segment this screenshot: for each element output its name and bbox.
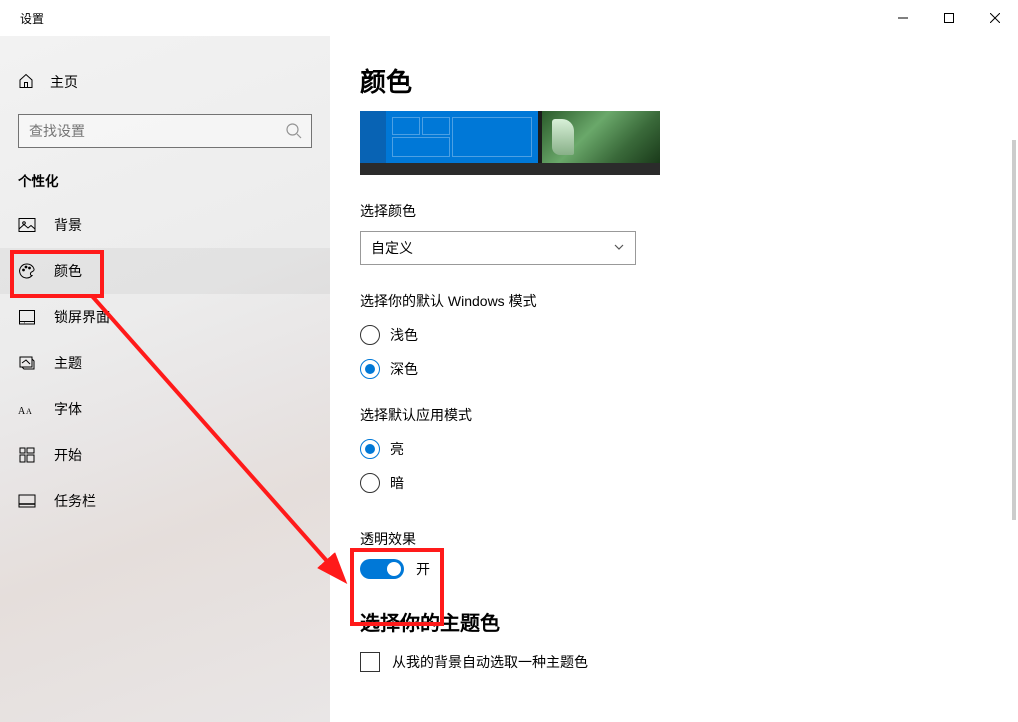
scrollbar[interactable] (1012, 140, 1016, 520)
color-preview (360, 111, 660, 175)
maximize-button[interactable] (926, 2, 972, 34)
windows-mode-label: 选择你的默认 Windows 模式 (360, 291, 1018, 311)
color-mode-dropdown[interactable]: 自定义 (360, 231, 636, 265)
transparency-toggle[interactable] (360, 559, 404, 579)
radio-label: 浅色 (390, 325, 418, 345)
sidebar-item-label: 主题 (54, 353, 82, 373)
windows-mode-dark-radio[interactable]: 深色 (360, 359, 1018, 379)
choose-color-label: 选择颜色 (360, 201, 1018, 221)
search-box[interactable] (18, 114, 312, 148)
app-mode-light-radio[interactable]: 亮 (360, 439, 1018, 459)
sidebar-item-themes[interactable]: 主题 (0, 340, 330, 386)
transparency-label: 透明效果 (360, 529, 1018, 549)
sidebar: 主页 个性化 背景 (0, 36, 330, 722)
sidebar-nav: 背景 颜色 锁屏界面 (0, 202, 330, 524)
search-icon (285, 122, 303, 140)
sidebar-item-start[interactable]: 开始 (0, 432, 330, 478)
minimize-button[interactable] (880, 2, 926, 34)
sidebar-item-label: 开始 (54, 445, 82, 465)
sidebar-item-lockscreen[interactable]: 锁屏界面 (0, 294, 330, 340)
themes-icon (18, 354, 36, 372)
content-area: 颜色 选择颜色 自定义 选择你的默认 Windows 模式 (330, 36, 1018, 722)
radio-icon (360, 325, 380, 345)
radio-icon (360, 359, 380, 379)
close-button[interactable] (972, 2, 1018, 34)
app-mode-label: 选择默认应用模式 (360, 405, 1018, 425)
sidebar-item-label: 锁屏界面 (54, 307, 110, 327)
radio-label: 亮 (390, 439, 404, 459)
start-icon (18, 446, 36, 464)
sidebar-item-label: 颜色 (54, 261, 82, 281)
sidebar-home[interactable]: 主页 (0, 62, 330, 102)
sidebar-section-title: 个性化 (18, 170, 330, 190)
windows-mode-light-radio[interactable]: 浅色 (360, 325, 1018, 345)
search-input[interactable] (29, 123, 285, 139)
page-title: 颜色 (360, 62, 1018, 99)
transparency-state: 开 (416, 559, 430, 579)
lockscreen-icon (18, 308, 36, 326)
accent-heading: 选择你的主题色 (360, 607, 1018, 636)
fonts-icon: AA (18, 400, 36, 418)
sidebar-item-label: 背景 (54, 215, 82, 235)
sidebar-item-background[interactable]: 背景 (0, 202, 330, 248)
titlebar: 设置 (0, 0, 1018, 36)
sidebar-item-fonts[interactable]: AA 字体 (0, 386, 330, 432)
radio-icon (360, 439, 380, 459)
chevron-down-icon (613, 240, 625, 256)
palette-icon (18, 262, 36, 280)
home-icon (18, 73, 34, 92)
window-controls (880, 2, 1018, 34)
auto-accent-label: 从我的背景自动选取一种主题色 (392, 652, 588, 672)
titlebar-title: 设置 (20, 10, 44, 27)
svg-text:A: A (18, 406, 26, 417)
taskbar-icon (18, 492, 36, 510)
color-mode-value: 自定义 (371, 238, 413, 258)
radio-label: 暗 (390, 473, 404, 493)
sidebar-item-taskbar[interactable]: 任务栏 (0, 478, 330, 524)
picture-icon (18, 216, 36, 234)
sidebar-item-label: 任务栏 (54, 491, 96, 511)
sidebar-home-label: 主页 (50, 72, 78, 92)
checkbox-icon (360, 652, 380, 672)
radio-label: 深色 (390, 359, 418, 379)
svg-text:A: A (26, 407, 32, 416)
radio-icon (360, 473, 380, 493)
app-mode-dark-radio[interactable]: 暗 (360, 473, 1018, 493)
auto-accent-checkbox-row[interactable]: 从我的背景自动选取一种主题色 (360, 652, 1018, 672)
sidebar-item-colors[interactable]: 颜色 (0, 248, 330, 294)
sidebar-item-label: 字体 (54, 399, 82, 419)
